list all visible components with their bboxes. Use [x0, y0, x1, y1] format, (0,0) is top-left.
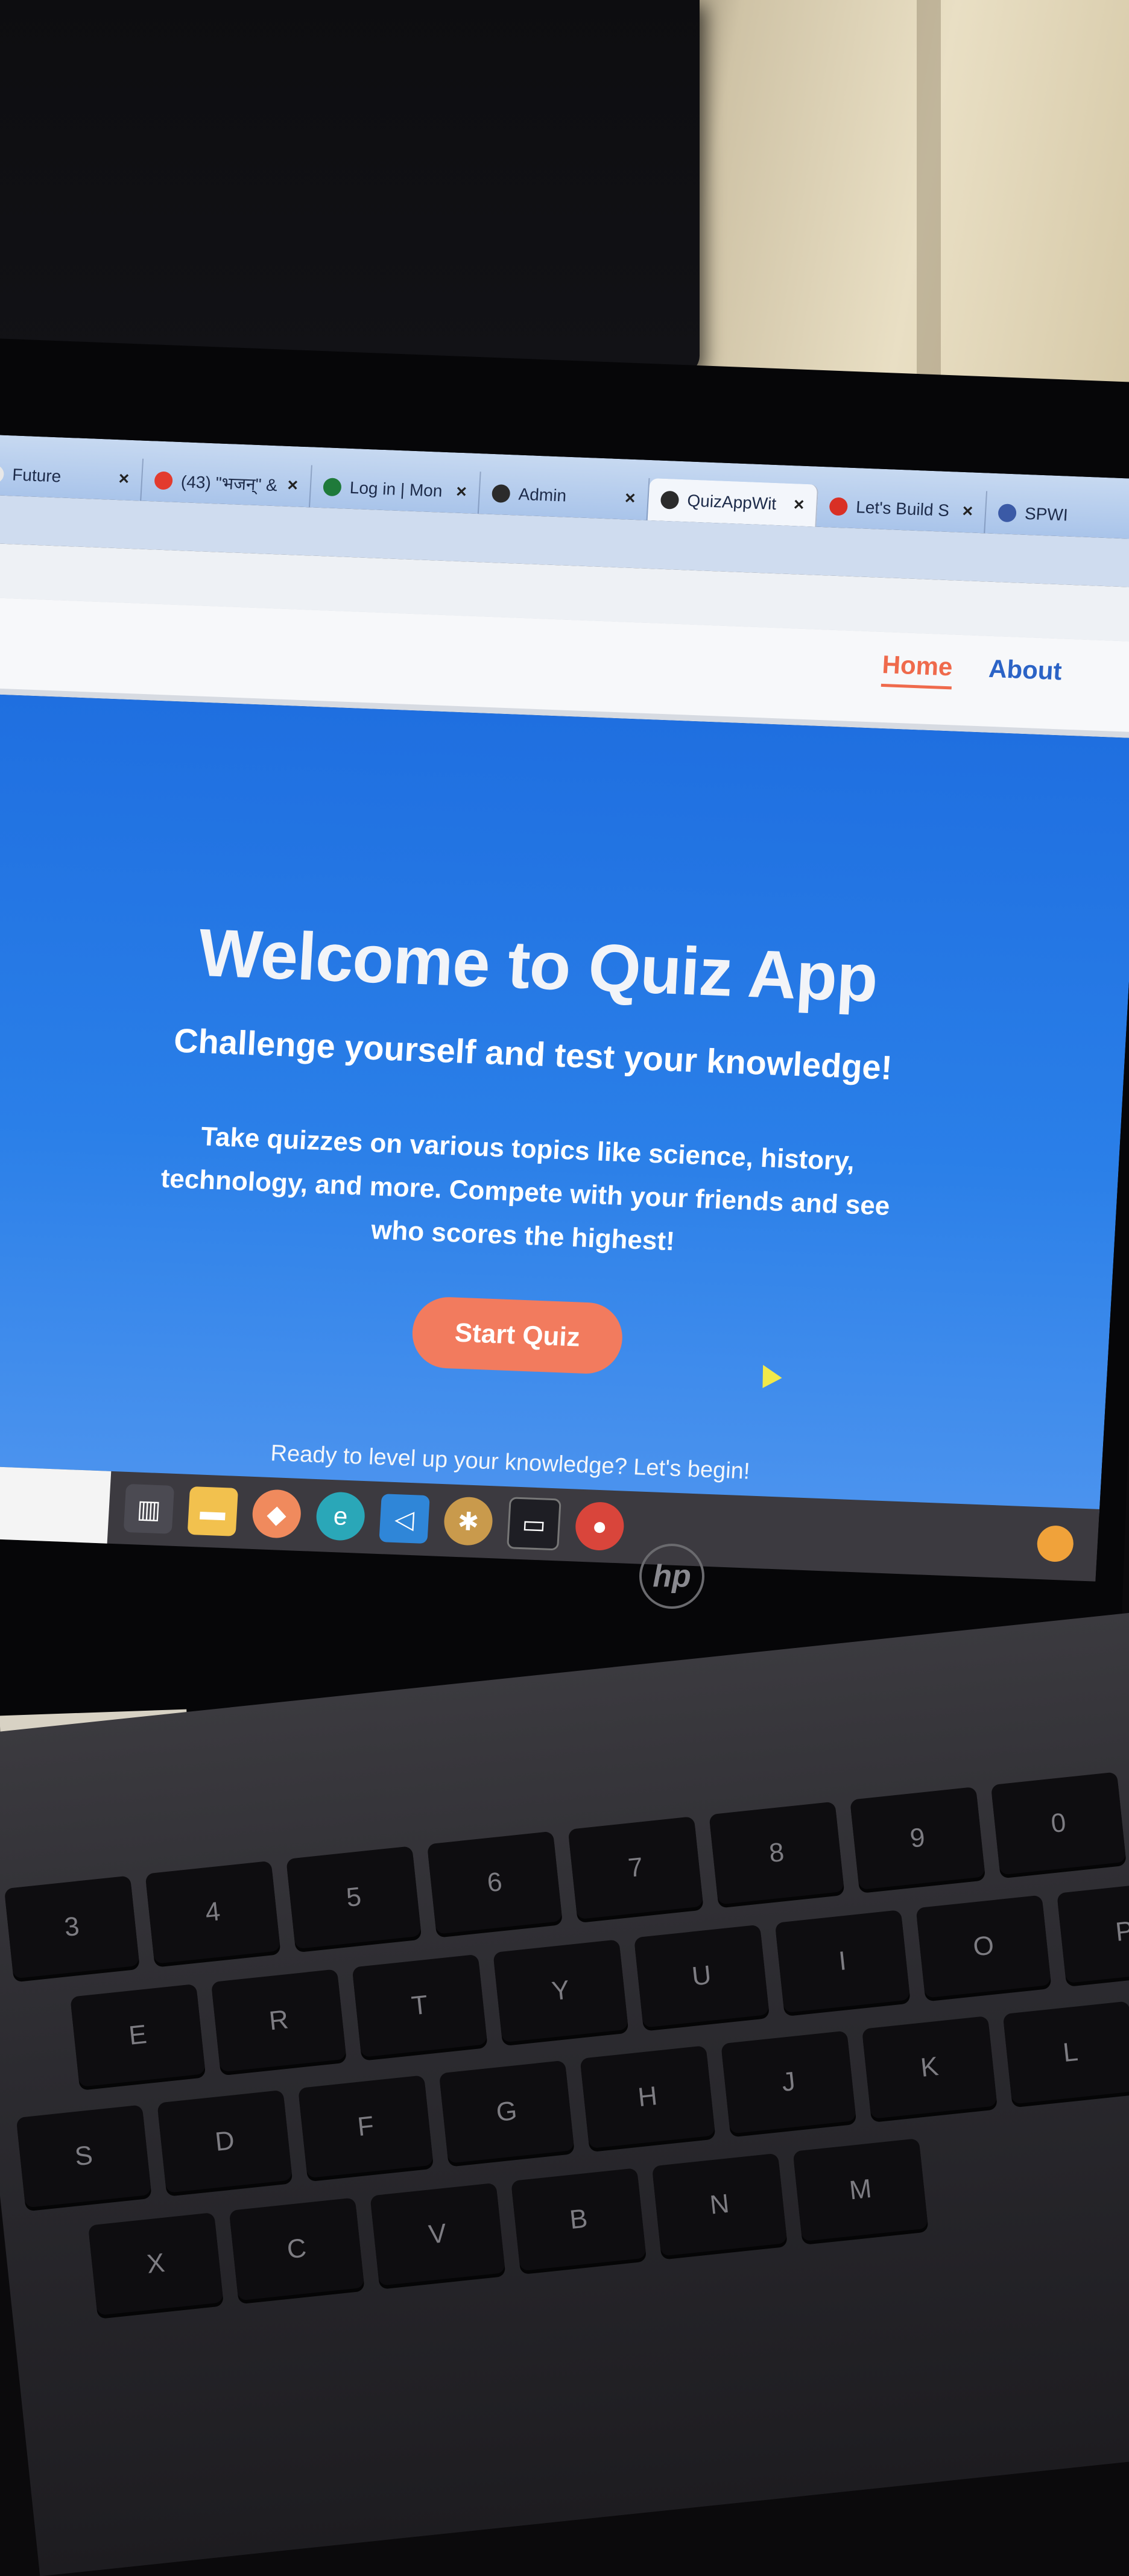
keyboard-key[interactable]: 0 — [990, 1772, 1127, 1875]
start-quiz-button[interactable]: Start Quiz — [410, 1295, 624, 1375]
vscode-icon[interactable]: ◁ — [379, 1494, 430, 1544]
browser-tab[interactable]: (43) "भजन्" & × — [141, 458, 312, 508]
browser-tab[interactable]: Admin × — [478, 472, 650, 520]
tab-close-icon[interactable]: × — [793, 494, 805, 516]
app-icon[interactable]: ✱ — [443, 1496, 494, 1547]
nav-about-link[interactable]: About — [987, 654, 1063, 694]
mouse-cursor-icon — [753, 1360, 782, 1388]
keyboard-key[interactable]: 9 — [850, 1786, 985, 1890]
hp-logo: hp — [639, 1544, 704, 1609]
keyboard-key[interactable]: B — [511, 2168, 647, 2271]
nav-home-link[interactable]: Home — [881, 650, 953, 690]
keyboard-key[interactable]: I — [774, 1910, 911, 2013]
browser-tab[interactable]: Future × — [0, 452, 144, 501]
keyboard-key[interactable]: O — [916, 1895, 1052, 1998]
tab-favicon-icon — [829, 497, 849, 516]
tab-favicon-icon — [323, 478, 342, 497]
hero-description: Take quizzes on various topics like scie… — [160, 1122, 891, 1257]
terminal-icon[interactable]: ▭ — [507, 1497, 561, 1551]
keyboard-key[interactable]: H — [580, 2045, 716, 2149]
edge-browser-icon[interactable]: e — [315, 1491, 366, 1542]
keyboard-key[interactable]: S — [16, 2104, 152, 2208]
tab-label: QuizAppWit — [686, 491, 777, 514]
keyboard-key[interactable]: G — [438, 2060, 575, 2164]
taskbar-search[interactable]: h — [0, 1463, 112, 1544]
tab-label: SPWI — [1024, 504, 1069, 525]
keyboard-key[interactable]: U — [634, 1924, 770, 2028]
keyboard-key[interactable]: J — [721, 2030, 856, 2134]
tab-label: (43) "भजन्" & — [180, 472, 278, 495]
keyboard-key[interactable]: L — [1002, 2001, 1129, 2104]
keyboard-key[interactable]: 8 — [709, 1801, 844, 1905]
keyboard-key[interactable]: X — [87, 2212, 224, 2316]
file-explorer-icon[interactable]: ▬ — [187, 1486, 239, 1536]
keyboard-key[interactable]: 3 — [4, 1875, 140, 1979]
laptop-screen: Future × (43) "भजन्" & × Log in | Mon × Admin ×… — [0, 434, 1129, 1624]
keyboard-key[interactable]: P — [1057, 1880, 1129, 1984]
keyboard-key[interactable]: 5 — [286, 1846, 422, 1949]
tab-close-icon[interactable]: × — [624, 488, 636, 509]
tab-close-icon[interactable]: × — [118, 469, 130, 490]
weather-icon[interactable] — [1036, 1524, 1075, 1563]
brave-browser-icon[interactable]: ◆ — [251, 1488, 302, 1539]
browser-tab[interactable]: Log in | Mon × — [310, 465, 481, 514]
hero-section: Welcome to Quiz App Challenge yourself a… — [0, 693, 1129, 1515]
keyboard-key[interactable]: N — [651, 2153, 788, 2256]
hero-subtitle: Challenge yourself and test your knowled… — [172, 1021, 894, 1087]
tab-favicon-icon — [660, 490, 680, 510]
keyboard-key[interactable]: 4 — [145, 1860, 281, 1964]
keyboard-key[interactable]: Y — [493, 1939, 628, 2043]
chrome-icon[interactable]: ● — [574, 1501, 625, 1552]
wall-seam — [917, 0, 941, 386]
keyboard-key[interactable]: 6 — [426, 1831, 563, 1934]
laptop-keyboard-deck: 34567890 ERTYUIOP SDFGHJKL XCVBNM — [0, 1604, 1129, 2576]
tab-label: Admin — [517, 484, 567, 505]
tab-label: Let's Build S — [855, 497, 950, 520]
tab-favicon-icon — [154, 471, 173, 490]
nav-links: Home About — [881, 650, 1063, 693]
tab-label: Future — [11, 465, 62, 486]
tab-close-icon[interactable]: × — [455, 482, 467, 503]
browser-tab[interactable]: Let's Build S × — [816, 484, 988, 534]
keyboard-key[interactable]: T — [352, 1954, 488, 2057]
tab-close-icon[interactable]: × — [962, 501, 973, 522]
keyboard-key[interactable]: E — [70, 1983, 206, 2088]
tab-favicon-icon — [998, 504, 1017, 523]
keyboard-key[interactable]: 7 — [568, 1816, 704, 1920]
tab-favicon-icon — [0, 464, 5, 484]
task-view-icon[interactable]: ▥ — [123, 1483, 175, 1534]
tab-close-icon[interactable]: × — [287, 475, 299, 496]
keyboard-key[interactable]: D — [157, 2089, 293, 2193]
hero-title: Welcome to Quiz App — [197, 914, 880, 1016]
keyboard-key[interactable]: V — [370, 2182, 505, 2286]
keyboard-key[interactable]: F — [298, 2075, 434, 2179]
tab-favicon-icon — [491, 484, 511, 504]
keyboard-key[interactable]: K — [861, 2015, 998, 2120]
keyboard-key[interactable]: C — [229, 2197, 365, 2301]
external-monitor — [0, 0, 700, 374]
keyboard-key[interactable]: R — [210, 1969, 347, 2072]
keyboard-key[interactable]: M — [792, 2138, 929, 2242]
browser-tab[interactable]: QuizAppWit × — [647, 478, 819, 527]
tab-label: Log in | Mon — [349, 478, 443, 500]
browser-tab[interactable]: SPWI — [985, 491, 1129, 540]
